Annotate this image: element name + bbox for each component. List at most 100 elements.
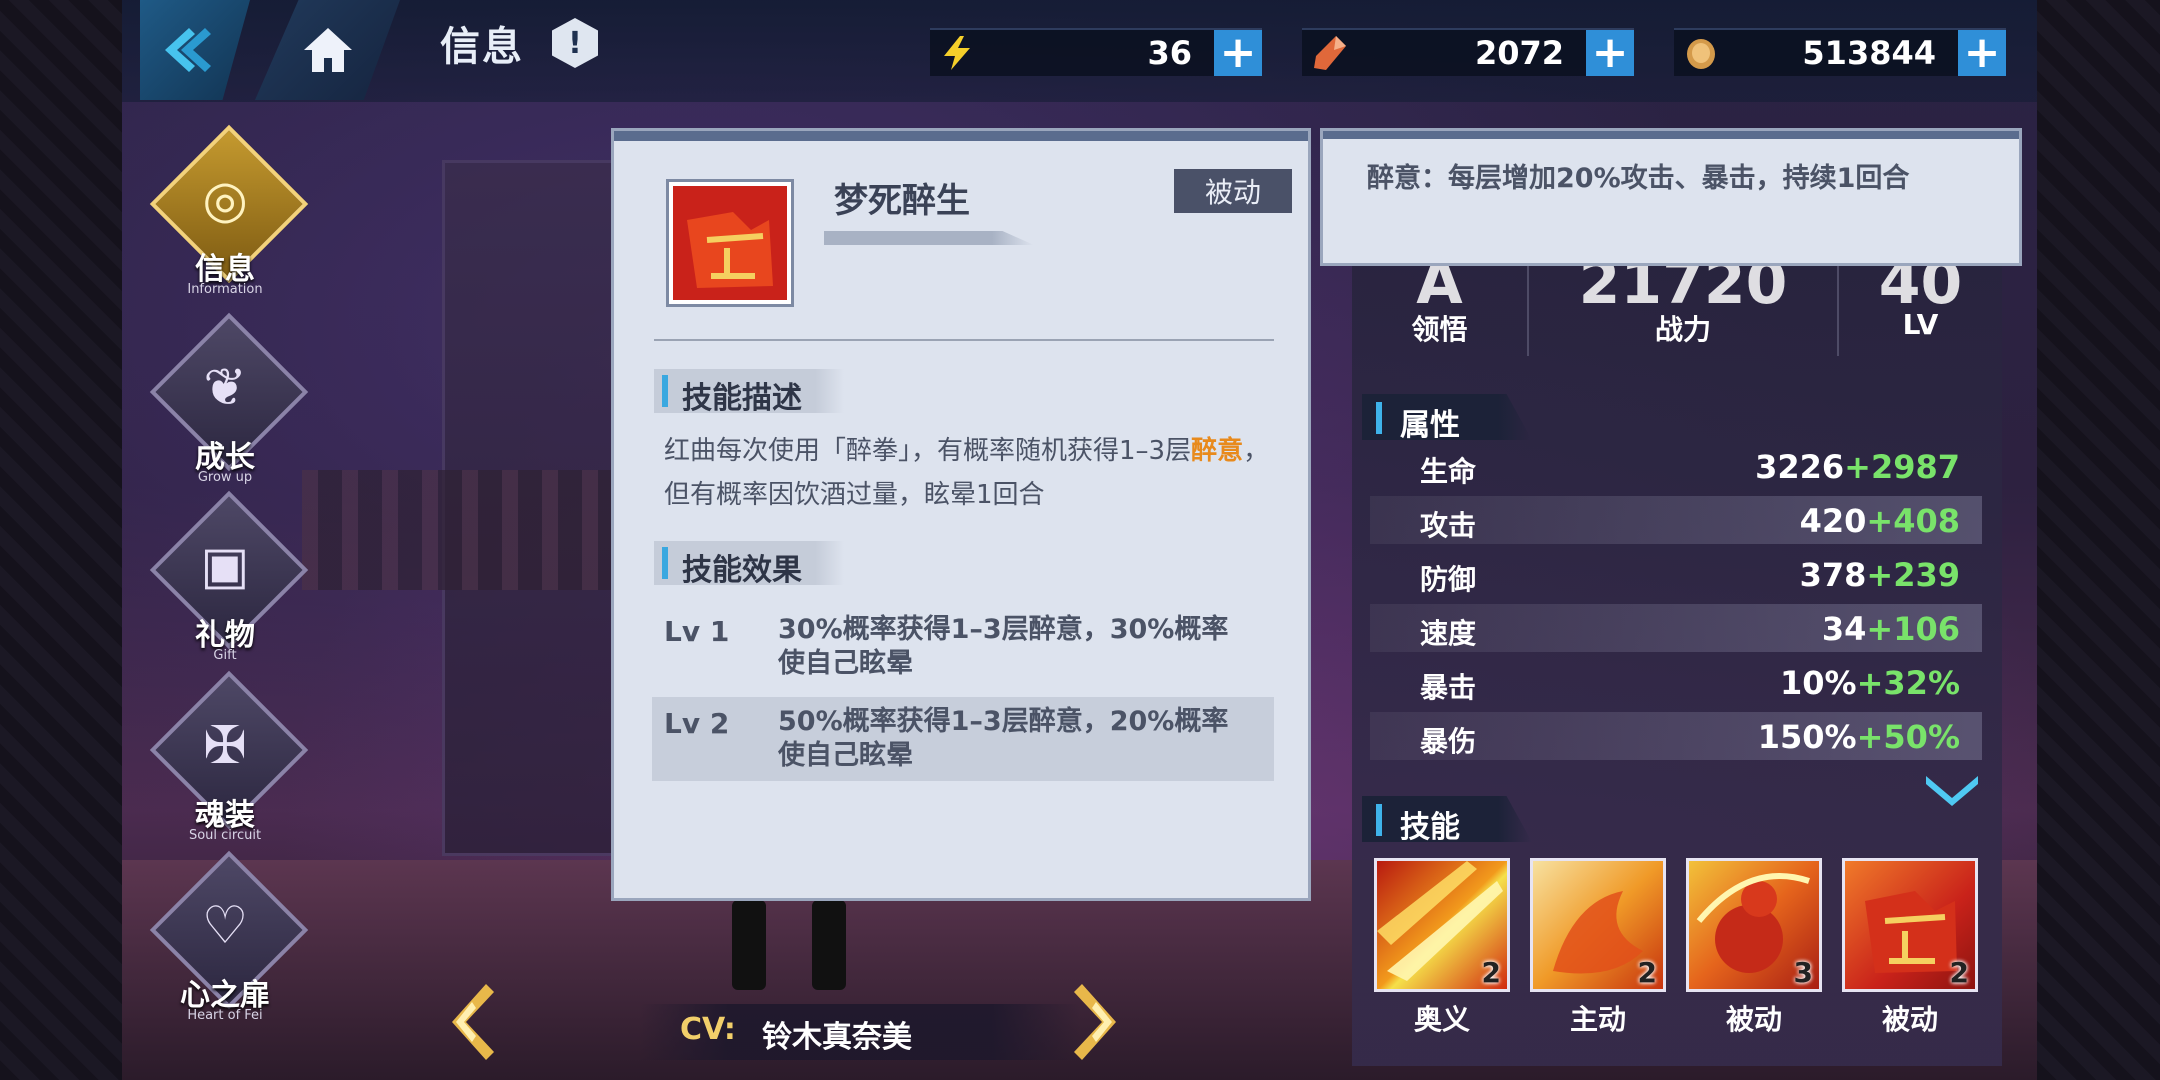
stat-name: 暴伤 bbox=[1420, 725, 1477, 758]
skill-type-label: 奥义 bbox=[1413, 1003, 1470, 1036]
nav-item-grow-up[interactable]: ❦ 成长 Grow up bbox=[149, 312, 309, 506]
next-character-button[interactable] bbox=[1066, 980, 1126, 1064]
effect-level: Lv 2 bbox=[664, 707, 730, 740]
cv-name: 铃木真奈美 bbox=[762, 1020, 912, 1055]
character-stats-panel: A 领悟 21720 战力 40 LV 属性 生命 3226+2987 攻击 4… bbox=[1352, 248, 2002, 1066]
skill-detail-popup: 梦死醉生 被动 技能描述 红曲每次使用「醉拳」，有概率随机获得1–3层醉意，但有… bbox=[611, 128, 1311, 901]
home-icon bbox=[303, 28, 352, 72]
resource-stamina: 36 + bbox=[930, 28, 1262, 76]
nav-item-sublabel: Heart of Fei bbox=[187, 1008, 263, 1023]
skill-slot-passive-2[interactable]: 2 bbox=[1842, 858, 1978, 992]
stat-bonus: +106 bbox=[1866, 610, 1960, 648]
effect-title: 技能效果 bbox=[682, 553, 802, 588]
highlight-keyword[interactable]: 醉意 bbox=[1191, 436, 1243, 466]
right-frame-decoration bbox=[2037, 0, 2160, 1080]
stat-row-crit-damage: 暴伤 150%+50% bbox=[1370, 712, 1982, 760]
nav-item-sublabel: Soul circuit bbox=[188, 828, 262, 843]
stat-bonus: +2987 bbox=[1844, 448, 1960, 486]
nav-item-sublabel: Grow up bbox=[197, 470, 253, 485]
skill-slot-active[interactable]: 2 bbox=[1530, 858, 1666, 992]
skill-level: 2 bbox=[1637, 956, 1657, 989]
effect-header: 技能效果 bbox=[654, 541, 844, 588]
stat-value: 150%+50% bbox=[1757, 718, 1960, 756]
attributes-header: 属性 bbox=[1362, 394, 1532, 440]
stat-name: 暴击 bbox=[1420, 671, 1477, 704]
skill-name: 梦死醉生 bbox=[834, 181, 970, 221]
stat-name: 攻击 bbox=[1420, 509, 1477, 542]
add-coin-button[interactable]: + bbox=[1958, 30, 2006, 76]
stat-row-defense: 防御 378+239 bbox=[1370, 550, 1982, 598]
coin-value: 513844 bbox=[1802, 34, 1936, 72]
nav-item-heart-of-fei[interactable]: ♡ 心之扉 Heart of Fei bbox=[149, 850, 309, 1044]
stat-bonus: +50% bbox=[1856, 718, 1960, 756]
tooltip-text: 醉意：每层增加20%攻击、暴击，持续1回合 bbox=[1367, 163, 1910, 194]
heart-door-icon: ♡ bbox=[201, 896, 249, 956]
skills-header: 技能 bbox=[1362, 796, 1532, 842]
soul-circuit-icon: ✠ bbox=[203, 716, 247, 776]
gift-icon: ▣ bbox=[200, 536, 250, 596]
nav-item-gift[interactable]: ▣ 礼物 Gift bbox=[149, 490, 309, 684]
skill-level: 3 bbox=[1793, 956, 1813, 989]
skill-type-label: 被动 bbox=[1725, 1003, 1782, 1036]
lightning-icon bbox=[944, 36, 970, 70]
skill-name-block: 梦死醉生 bbox=[824, 173, 1034, 245]
stat-value: 10%+32% bbox=[1780, 664, 1960, 702]
stat-row-attack: 攻击 420+408 bbox=[1370, 496, 1982, 544]
left-frame-decoration bbox=[0, 0, 122, 1080]
nav-item-information[interactable]: ◎ 信息 Information bbox=[149, 124, 309, 318]
skill-level: 2 bbox=[1949, 956, 1969, 989]
skill-icon bbox=[666, 179, 794, 307]
crystal-icon bbox=[1314, 36, 1346, 70]
skills-title: 技能 bbox=[1400, 810, 1460, 845]
description-title: 技能描述 bbox=[682, 381, 802, 416]
power-label: 战力 bbox=[1654, 313, 1711, 346]
nav-item-soul-circuit[interactable]: ✠ 魂装 Soul circuit bbox=[149, 670, 309, 864]
resource-coins: 513844 + bbox=[1674, 28, 2006, 76]
power-summary: 21720 战力 bbox=[1529, 248, 1837, 354]
skill-type-label: 被动 bbox=[1881, 1003, 1938, 1036]
stat-value: 420+408 bbox=[1799, 502, 1960, 540]
coin-icon bbox=[1687, 39, 1715, 69]
back-arrow-icon bbox=[165, 28, 211, 72]
skill-slot-ultimate[interactable]: 2 bbox=[1374, 858, 1510, 992]
stat-name: 速度 bbox=[1420, 617, 1477, 650]
effect-row: Lv 1 30%概率获得1–3层醉意，30%概率使自己眩晕 bbox=[652, 605, 1274, 689]
skill-description: 红曲每次使用「醉拳」，有概率随机获得1–3层醉意，但有概率因饮酒过量，眩晕1回合 bbox=[664, 436, 1270, 510]
character-leg-left bbox=[732, 900, 766, 990]
skill-level: 2 bbox=[1481, 956, 1501, 989]
tooltip-header-strip bbox=[1323, 131, 2019, 139]
effect-text: 30%概率获得1–3层醉意，30%概率使自己眩晕 bbox=[778, 614, 1229, 679]
effect-text: 50%概率获得1–3层醉意，20%概率使自己眩晕 bbox=[778, 706, 1229, 771]
drunken-fist-icon bbox=[673, 186, 787, 300]
stat-value: 3226+2987 bbox=[1755, 448, 1960, 486]
skill-type-label: 主动 bbox=[1569, 1003, 1626, 1036]
buff-tooltip: 醉意：每层增加20%攻击、暴击，持续1回合 bbox=[1320, 128, 2022, 266]
chevron-down-icon[interactable] bbox=[1922, 772, 1982, 808]
add-crystal-button[interactable]: + bbox=[1586, 30, 1634, 76]
wings-icon: ❦ bbox=[203, 358, 247, 418]
previous-character-button[interactable] bbox=[442, 980, 502, 1064]
panel-divider bbox=[654, 339, 1274, 341]
comprehension-label: 领悟 bbox=[1411, 313, 1468, 346]
effect-row: Lv 2 50%概率获得1–3层醉意，20%概率使自己眩晕 bbox=[652, 697, 1274, 781]
description-header: 技能描述 bbox=[654, 369, 844, 416]
skill-type-tag: 被动 bbox=[1174, 169, 1292, 213]
add-stamina-button[interactable]: + bbox=[1214, 30, 1262, 76]
page-title: 信息 bbox=[440, 24, 524, 70]
popup-header-strip bbox=[614, 131, 1308, 141]
voice-actor-bar: CV: 铃木真奈美 bbox=[640, 1004, 1080, 1060]
skill-name-underline bbox=[824, 231, 1034, 245]
comprehension-summary: A 领悟 bbox=[1352, 248, 1527, 354]
nav-item-sublabel: Information bbox=[187, 282, 263, 297]
effect-level: Lv 1 bbox=[664, 615, 730, 648]
stat-value: 378+239 bbox=[1799, 556, 1960, 594]
skill-slot-passive-1[interactable]: 3 bbox=[1686, 858, 1822, 992]
stat-value: 34+106 bbox=[1821, 610, 1960, 648]
level-summary: 40 LV bbox=[1839, 248, 2002, 354]
stat-bonus: +408 bbox=[1866, 502, 1960, 540]
stat-name: 生命 bbox=[1420, 455, 1477, 488]
stat-row-speed: 速度 34+106 bbox=[1370, 604, 1982, 652]
information-icon: ◎ bbox=[202, 170, 248, 230]
crystal-value: 2072 bbox=[1474, 34, 1564, 72]
level-label: LV bbox=[1902, 308, 1939, 341]
